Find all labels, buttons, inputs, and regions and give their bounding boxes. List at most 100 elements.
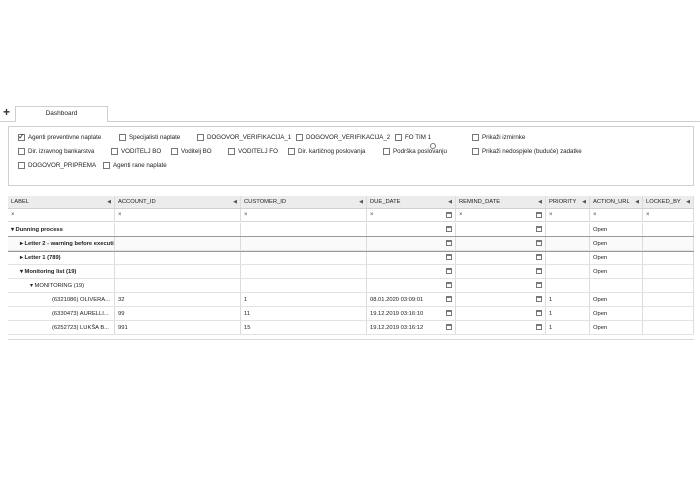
filter-cell[interactable]: ×	[241, 209, 367, 221]
clear-filter-icon: ×	[593, 212, 597, 218]
column-header-action-url[interactable]: ACTION_URL ◀	[590, 196, 643, 208]
table-cell	[367, 265, 456, 278]
table-cell: 1	[241, 293, 367, 306]
calendar-icon[interactable]	[536, 240, 542, 246]
calendar-icon[interactable]	[536, 282, 542, 288]
filter-checkbox[interactable]: Prikaži nedospjele (buduće) zadatke	[472, 148, 582, 155]
filter-checkbox[interactable]: DOGOVOR_VERIFIKACIJA_1	[197, 134, 291, 141]
calendar-icon[interactable]	[536, 254, 542, 260]
table-cell: Open	[590, 237, 643, 250]
filter-checkbox[interactable]: Agenti rane naplate	[103, 162, 167, 169]
filter-checkbox[interactable]: Agenti preventivne naplate	[18, 132, 101, 141]
checkbox-icon[interactable]	[395, 134, 402, 141]
table-row[interactable]: (6252723) LUKŠA B... 991 15 19.12.2019 03:1…	[8, 321, 694, 335]
grid-header: LABEL ◀ ACCOUNT_ID ◀ CUSTOMER_ID ◀ DUE_DATE…	[8, 196, 694, 209]
table-row[interactable]: ▾ Monitoring list (19) Open	[8, 265, 694, 279]
checkbox-icon[interactable]	[288, 148, 295, 155]
table-cell	[367, 223, 456, 236]
checkbox-icon[interactable]	[296, 134, 303, 141]
filter-cell[interactable]: ×	[456, 209, 546, 221]
calendar-icon[interactable]	[446, 226, 452, 232]
column-header-remind-date[interactable]: REMIND_DATE ◀	[456, 196, 546, 208]
column-header-account-id[interactable]: ACCOUNT_ID ◀	[115, 196, 241, 208]
filter-checkbox[interactable]: VODITELJ BO	[111, 148, 161, 155]
checkbox-icon[interactable]	[18, 148, 25, 155]
filter-cell[interactable]: ×	[590, 209, 643, 221]
calendar-icon[interactable]	[536, 324, 542, 330]
table-cell	[456, 279, 546, 292]
table-cell	[456, 237, 546, 250]
filter-checkbox[interactable]: Voditelj BO	[171, 148, 212, 155]
checkbox-icon[interactable]	[472, 148, 479, 155]
table-row[interactable]: ▾ Dunning process Open	[8, 223, 694, 237]
table-cell	[546, 237, 590, 250]
table-row[interactable]: ▸ Letter 2 - warning before execution (1…	[8, 236, 694, 252]
calendar-icon[interactable]	[536, 226, 542, 232]
clear-filter-icon: ×	[11, 212, 15, 218]
checkbox-icon[interactable]	[103, 162, 110, 169]
table-cell	[241, 223, 367, 236]
table-row[interactable]: (6330473) AURELLI... 99 11 19.12.2019 03:16…	[8, 307, 694, 321]
table-cell	[546, 265, 590, 278]
calendar-icon	[446, 212, 452, 218]
filter-checkbox[interactable]: DOGOVOR_VERIFIKACIJA_2	[296, 134, 390, 141]
filter-checkbox[interactable]: Podrška poslovanju	[383, 148, 447, 155]
tab-dashboard[interactable]: Dashboard	[15, 106, 108, 122]
calendar-icon[interactable]	[446, 296, 452, 302]
clear-filter-icon: ×	[118, 212, 122, 218]
filter-checkbox[interactable]: Dir. izravnog bankarstva	[18, 148, 94, 155]
calendar-icon[interactable]	[536, 268, 542, 274]
calendar-icon[interactable]	[446, 310, 452, 316]
checkbox-icon[interactable]	[383, 148, 390, 155]
calendar-icon[interactable]	[446, 254, 452, 260]
table-cell: 19.12.2019 03:16:10	[367, 307, 456, 320]
table-cell	[643, 265, 694, 278]
table-cell	[241, 237, 367, 250]
calendar-icon[interactable]	[446, 240, 452, 246]
table-cell	[367, 251, 456, 264]
filter-checkbox[interactable]: VODITELJ FO	[228, 148, 278, 155]
column-header-locked-by[interactable]: LOCKED_BY ◀	[643, 196, 694, 208]
checkbox-icon[interactable]	[171, 148, 178, 155]
table-cell	[241, 251, 367, 264]
checkbox-icon[interactable]	[111, 148, 118, 155]
add-tab-button[interactable]: +	[3, 105, 10, 119]
filter-cell[interactable]: ×	[546, 209, 590, 221]
column-header-label[interactable]: LABEL ◀	[8, 196, 115, 208]
filter-cell[interactable]: ×	[8, 209, 115, 221]
table-cell	[546, 251, 590, 264]
column-header-customer-id[interactable]: CUSTOMER_ID ◀	[241, 196, 367, 208]
table-cell: Open	[590, 251, 643, 264]
calendar-icon[interactable]	[446, 282, 452, 288]
filter-cell[interactable]: ×	[367, 209, 456, 221]
filter-checkbox[interactable]: Specijalisti naplate	[119, 134, 180, 141]
table-cell: 08.01.2020 03:09:01	[367, 293, 456, 306]
checkbox-icon[interactable]	[119, 134, 126, 141]
checkbox-checked-icon[interactable]	[18, 132, 25, 141]
checkbox-icon[interactable]	[228, 148, 235, 155]
column-header-due-date[interactable]: DUE_DATE ◀	[367, 196, 456, 208]
table-cell	[115, 237, 241, 250]
filter-checkbox[interactable]: FO TIM 1	[395, 134, 431, 141]
filter-checkbox[interactable]: Dir. kartičnog poslovanja	[288, 148, 365, 155]
checkbox-icon[interactable]	[472, 134, 479, 141]
checkbox-icon[interactable]	[197, 134, 204, 141]
filter-checkbox[interactable]: Prikaži izmirnke	[472, 134, 525, 141]
table-cell	[115, 279, 241, 292]
table-row[interactable]: ▸ Letter 1 (789) Open	[8, 251, 694, 265]
calendar-icon[interactable]	[536, 310, 542, 316]
table-row[interactable]: ▾ MONITORING (19)	[8, 279, 694, 293]
calendar-icon[interactable]	[536, 296, 542, 302]
column-header-priority[interactable]: PRIORITY ◀	[546, 196, 590, 208]
sort-caret-icon: ◀	[538, 199, 542, 205]
table-row[interactable]: (6321086) OLIVERA... 32 1 08.01.2020 03:09:…	[8, 293, 694, 307]
clear-filter-icon: ×	[459, 212, 463, 218]
table-cell	[456, 265, 546, 278]
table-cell: ▸ Letter 1 (789)	[8, 251, 115, 264]
filter-cell[interactable]: ×	[643, 209, 694, 221]
filter-cell[interactable]: ×	[115, 209, 241, 221]
calendar-icon[interactable]	[446, 268, 452, 274]
calendar-icon[interactable]	[446, 324, 452, 330]
checkbox-icon[interactable]	[18, 162, 25, 169]
filter-checkbox[interactable]: DOGOVOR_PRIPREMA	[18, 162, 96, 169]
